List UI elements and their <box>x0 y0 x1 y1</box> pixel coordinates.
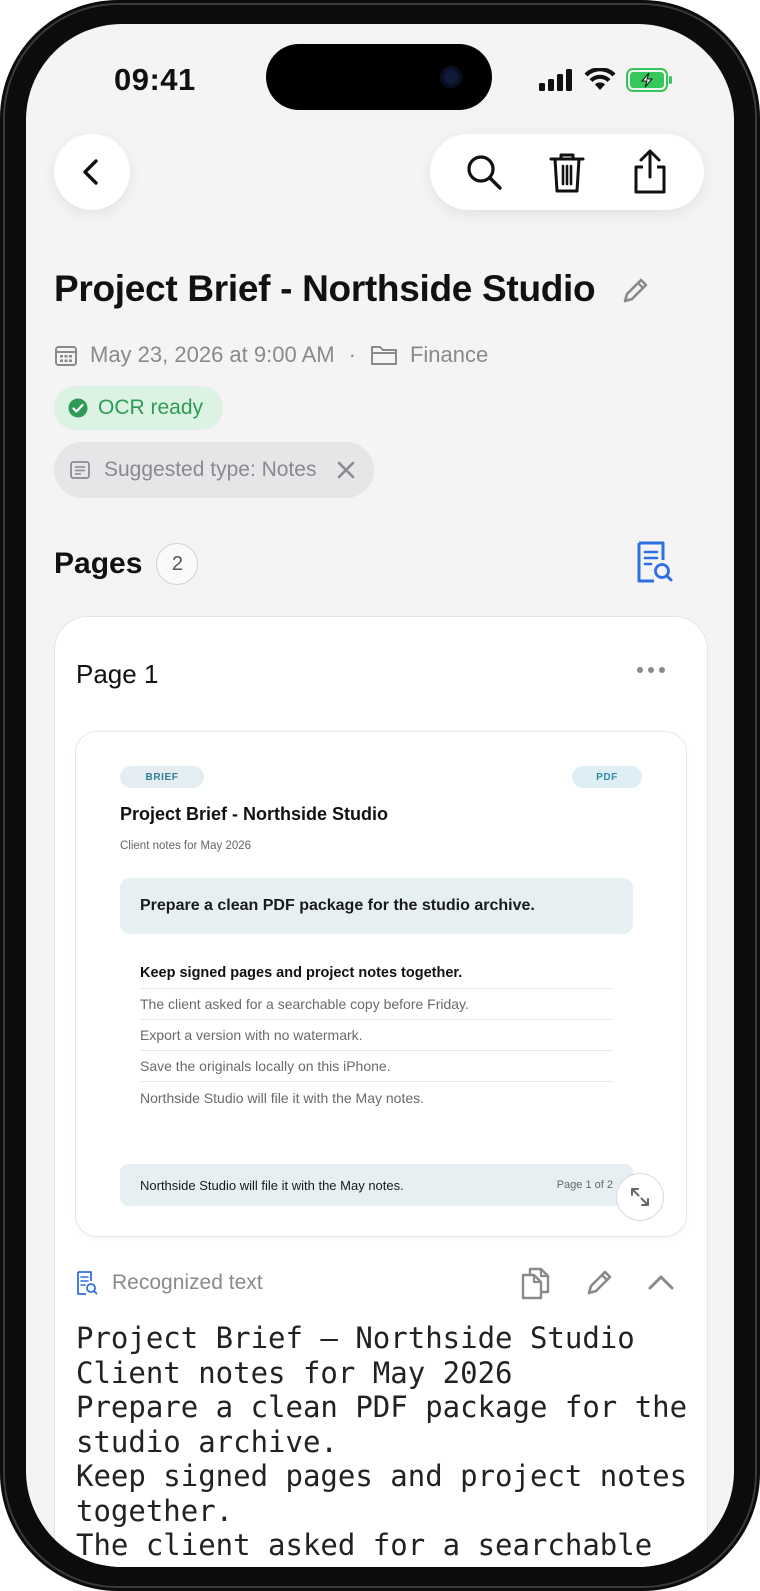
dynamic-island <box>266 44 492 110</box>
preview-tag-brief: BRIEF <box>120 766 204 788</box>
recognized-text-body[interactable]: Project Brief – Northside Studio Client … <box>76 1321 696 1567</box>
chevron-left-icon <box>83 159 98 185</box>
preview-lines: Keep signed pages and project notes toge… <box>140 958 613 1113</box>
pages-title: Pages <box>54 547 143 580</box>
page-search-button[interactable] <box>636 540 674 589</box>
back-button[interactable] <box>54 134 130 210</box>
pages-count-badge: 2 <box>156 543 199 585</box>
phone-frame: 09:41 Project Brief - Northside Studio M… <box>0 0 760 1591</box>
page-preview[interactable]: BRIEF PDF Project Brief - Northside Stud… <box>75 731 687 1237</box>
pages-header: Pages 2 <box>54 543 199 585</box>
expand-preview-button[interactable] <box>616 1173 664 1221</box>
document-date: May 23, 2026 at 9:00 AM <box>90 342 335 367</box>
search-button[interactable] <box>456 144 512 200</box>
preview-page-number: Page 1 of 2 <box>556 1179 613 1191</box>
close-icon <box>338 461 355 479</box>
delete-button[interactable] <box>539 144 595 200</box>
document-icon <box>70 461 90 479</box>
page-more-button[interactable] <box>637 667 665 673</box>
preview-title: Project Brief - Northside Studio <box>120 804 389 824</box>
edit-text-button[interactable] <box>584 1268 614 1298</box>
preview-line: Northside Studio will file it with the M… <box>140 1089 425 1106</box>
preview-callout: Prepare a clean PDF package for the stud… <box>120 878 633 934</box>
share-icon <box>634 149 666 194</box>
preview-footer: Northside Studio will file it with the M… <box>120 1164 633 1206</box>
preview-footer-text: Northside Studio will file it with the M… <box>140 1177 404 1193</box>
recognized-text-label: Recognized text <box>112 1271 263 1294</box>
preview-line: Save the originals locally on this iPhon… <box>140 1051 613 1082</box>
pencil-icon <box>587 1270 612 1295</box>
share-button[interactable] <box>622 144 678 200</box>
calendar-icon <box>55 346 77 366</box>
copy-icon <box>521 1267 550 1300</box>
preview-tag-pdf: PDF <box>572 766 642 788</box>
preview-line: Export a version with no watermark. <box>140 1020 613 1051</box>
document-meta: May 23, 2026 at 9:00 AM · Finance <box>54 342 488 368</box>
ocr-status-badge: OCR ready <box>54 386 224 430</box>
folder-icon <box>370 346 397 365</box>
expand-icon <box>631 1188 649 1206</box>
meta-separator: · <box>348 342 356 367</box>
page-card: Page 1 BRIEF PDF Project Brief - Northsi… <box>54 616 708 1567</box>
document-title: Project Brief - Northside Studio <box>54 268 596 309</box>
document-search-icon <box>637 541 673 583</box>
recognized-text-actions <box>520 1263 676 1303</box>
dismiss-suggestion-button[interactable] <box>336 460 356 480</box>
page-card-title: Page 1 <box>76 659 159 689</box>
collapse-text-button[interactable] <box>646 1268 676 1298</box>
status-time: 09:41 <box>114 62 196 97</box>
copy-text-button[interactable] <box>520 1266 552 1300</box>
wifi-icon <box>584 67 616 97</box>
screen: 09:41 Project Brief - Northside Studio M… <box>26 24 734 1567</box>
recognized-text-header: Recognized text <box>76 1263 676 1303</box>
status-icons <box>538 67 674 97</box>
document-search-icon <box>77 1271 98 1295</box>
trash-icon <box>549 153 585 193</box>
battery-icon <box>626 68 674 97</box>
search-icon <box>467 155 502 190</box>
preview-line: Keep signed pages and project notes toge… <box>140 958 613 989</box>
recognized-text-title: Recognized text <box>76 1263 263 1303</box>
ellipsis-icon <box>648 667 654 673</box>
suggested-type-label: Suggested type: Notes <box>104 458 317 481</box>
pencil-icon <box>623 278 648 303</box>
edit-title-button[interactable] <box>620 276 650 311</box>
ocr-status-label: OCR ready <box>98 396 204 419</box>
check-circle-icon <box>68 398 88 418</box>
document-folder[interactable]: Finance <box>410 342 488 368</box>
suggested-type-chip[interactable]: Suggested type: Notes <box>54 442 375 498</box>
camera-icon <box>440 66 462 88</box>
ellipsis-icon <box>659 667 665 673</box>
action-toolbar <box>430 134 704 210</box>
signal-icon <box>538 69 574 96</box>
ellipsis-icon <box>637 667 643 673</box>
preview-line: The client asked for a searchable copy b… <box>140 989 613 1020</box>
chevron-up-icon <box>648 1275 674 1290</box>
preview-subtitle: Client notes for May 2026 <box>120 840 252 852</box>
